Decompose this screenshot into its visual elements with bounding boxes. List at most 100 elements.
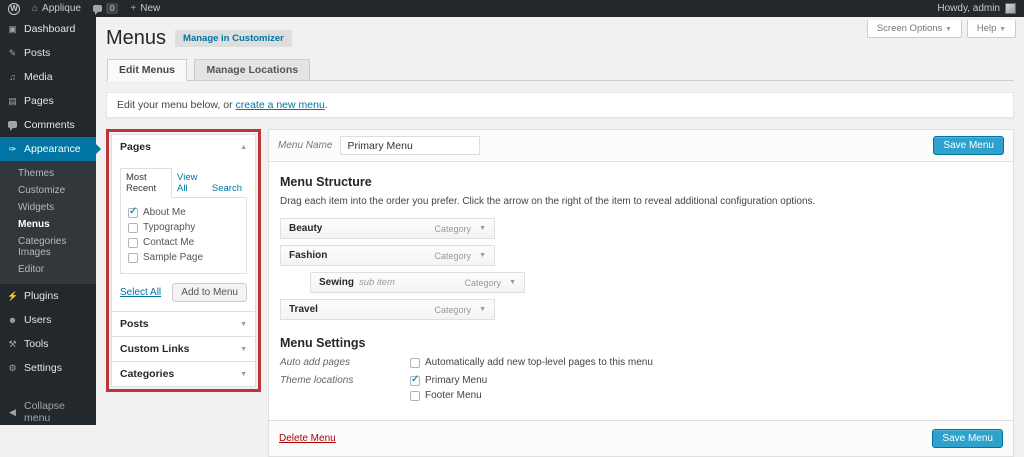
- sidebar-item-label: Users: [24, 314, 51, 326]
- sidebar-item-appearance[interactable]: ✑ Appearance: [0, 137, 96, 161]
- sidebar-item-users[interactable]: ☻ Users: [0, 308, 96, 332]
- pages-checklist: About Me Typography Contact Me Samp: [120, 198, 247, 274]
- menu-structure-description: Drag each item into the order you prefer…: [280, 196, 1002, 207]
- create-new-menu-link[interactable]: create a new menu: [235, 99, 324, 111]
- menu-item-sewing[interactable]: Sewingsub item Category ▼: [310, 272, 525, 293]
- add-to-menu-button[interactable]: Add to Menu: [172, 283, 247, 302]
- menu-name-input[interactable]: [340, 136, 480, 155]
- submenu-item-menus[interactable]: Menus: [0, 216, 96, 233]
- chevron-down-icon[interactable]: ▼: [479, 306, 486, 313]
- chevron-down-icon[interactable]: ▼: [479, 225, 486, 232]
- pages-tab-most-recent[interactable]: Most Recent: [120, 168, 172, 198]
- checkbox-auto-add[interactable]: [410, 358, 420, 368]
- menu-name-label: Menu Name: [278, 140, 332, 151]
- sidebar-item-settings[interactable]: ⚙ Settings: [0, 356, 96, 380]
- auto-add-option[interactable]: Automatically add new top-level pages to…: [410, 357, 653, 368]
- submenu-item-editor[interactable]: Editor: [0, 261, 96, 278]
- new-label: New: [140, 3, 160, 14]
- admin-bar: W ⌂ Applique 0 + New Howdy, admin: [0, 0, 1024, 17]
- sidebar-item-posts[interactable]: ✎ Posts: [0, 41, 96, 65]
- tab-manage-locations[interactable]: Manage Locations: [194, 59, 310, 80]
- save-menu-button-bottom[interactable]: Save Menu: [932, 429, 1003, 448]
- sidebar-item-label: Collapse menu: [24, 400, 89, 424]
- wp-logo-menu[interactable]: W: [8, 3, 20, 15]
- pages-tab-view-all[interactable]: View All: [172, 169, 207, 197]
- edit-menu-notice: Edit your menu below, or create a new me…: [106, 92, 1014, 118]
- media-icon: ♫: [7, 72, 18, 82]
- dashboard-icon: ▣: [7, 24, 18, 35]
- sidebar-item-tools[interactable]: ⚒ Tools: [0, 332, 96, 356]
- chevron-down-icon: ▼: [999, 26, 1006, 33]
- categories-panel-header[interactable]: Categories ▼: [112, 361, 255, 386]
- location-footer-menu[interactable]: Footer Menu: [410, 390, 487, 401]
- sidebar-item-comments[interactable]: Comments: [0, 113, 96, 137]
- sidebar-item-dashboard[interactable]: ▣ Dashboard: [0, 17, 96, 41]
- checkbox-sample-page[interactable]: [128, 253, 138, 263]
- checkbox-contact-me[interactable]: [128, 238, 138, 248]
- posts-panel-header[interactable]: Posts ▼: [112, 311, 255, 336]
- sidebar-item-pages[interactable]: ▤ Pages: [0, 89, 96, 113]
- categories-panel-title: Categories: [120, 368, 174, 380]
- custom-links-panel-title: Custom Links: [120, 343, 189, 355]
- menu-item-beauty[interactable]: Beauty Category ▼: [280, 218, 495, 239]
- checkbox-label: About Me: [143, 207, 186, 218]
- sidebar-item-label: Media: [24, 71, 53, 83]
- site-name: Applique: [42, 3, 81, 14]
- appearance-icon: ✑: [7, 144, 18, 155]
- page-checkbox-row[interactable]: About Me: [128, 205, 239, 220]
- select-all-link[interactable]: Select All: [120, 287, 161, 298]
- help-button[interactable]: Help ▼: [967, 20, 1016, 38]
- comments-menu[interactable]: 0: [93, 3, 118, 14]
- wordpress-icon: W: [8, 3, 20, 15]
- menu-name-row: Menu Name Save Menu: [269, 130, 1013, 162]
- sidebar-item-label: Appearance: [24, 143, 81, 155]
- new-content-menu[interactable]: + New: [130, 3, 160, 14]
- menu-item-travel[interactable]: Travel Category ▼: [280, 299, 495, 320]
- page-checkbox-row[interactable]: Sample Page: [128, 250, 239, 265]
- howdy-account-menu[interactable]: Howdy, admin: [937, 3, 1000, 14]
- checkbox-primary-menu[interactable]: [410, 376, 420, 386]
- plugins-icon: ⚡: [7, 291, 18, 302]
- page-checkbox-row[interactable]: Contact Me: [128, 235, 239, 250]
- tab-edit-menus[interactable]: Edit Menus: [107, 59, 187, 81]
- chevron-down-icon[interactable]: ▼: [509, 279, 516, 286]
- annotation-red-rectangle: Pages ▲ Most Recent View All Search Abou…: [106, 129, 261, 392]
- menu-item-fashion[interactable]: Fashion Category ▼: [280, 245, 495, 266]
- menu-editor-panel: Menu Name Save Menu Menu Structure Drag …: [268, 129, 1014, 457]
- submenu-item-widgets[interactable]: Widgets: [0, 199, 96, 216]
- pages-tab-search[interactable]: Search: [207, 180, 247, 197]
- sidebar-item-label: Settings: [24, 362, 62, 374]
- sidebar-item-media[interactable]: ♫ Media: [0, 65, 96, 89]
- checkbox-typography[interactable]: [128, 223, 138, 233]
- save-menu-button-top[interactable]: Save Menu: [933, 136, 1004, 155]
- location-primary-menu[interactable]: Primary Menu: [410, 375, 487, 386]
- submenu-item-categories-images[interactable]: Categories Images: [0, 233, 96, 261]
- menu-settings-title: Menu Settings: [280, 336, 1002, 350]
- sidebar-item-plugins[interactable]: ⚡ Plugins: [0, 284, 96, 308]
- manage-in-customizer-button[interactable]: Manage in Customizer: [175, 30, 292, 47]
- sidebar-item-label: Tools: [24, 338, 49, 350]
- tools-icon: ⚒: [7, 339, 18, 350]
- menu-structure-title: Menu Structure: [280, 175, 1002, 189]
- sidebar-item-label: Plugins: [24, 290, 58, 302]
- chevron-down-icon[interactable]: ▼: [479, 252, 486, 259]
- avatar[interactable]: [1005, 3, 1016, 14]
- notice-suffix: .: [325, 99, 328, 111]
- checkbox-about-me[interactable]: [128, 208, 138, 218]
- sub-item-note: sub item: [359, 277, 395, 288]
- delete-menu-link[interactable]: Delete Menu: [279, 433, 336, 444]
- submenu-item-themes[interactable]: Themes: [0, 165, 96, 182]
- checkbox-label: Primary Menu: [425, 375, 487, 386]
- sidebar-item-label: Dashboard: [24, 23, 75, 35]
- site-name-menu[interactable]: ⌂ Applique: [32, 3, 81, 14]
- page-checkbox-row[interactable]: Typography: [128, 220, 239, 235]
- checkbox-label: Contact Me: [143, 237, 194, 248]
- screen-options-button[interactable]: Screen Options ▼: [867, 20, 962, 38]
- theme-locations-label: Theme locations: [280, 375, 410, 401]
- pages-panel-title: Pages: [120, 141, 151, 153]
- comments-count: 0: [106, 3, 118, 14]
- pages-panel-header[interactable]: Pages ▲: [112, 135, 255, 159]
- checkbox-footer-menu[interactable]: [410, 391, 420, 401]
- custom-links-panel-header[interactable]: Custom Links ▼: [112, 336, 255, 361]
- submenu-item-customize[interactable]: Customize: [0, 182, 96, 199]
